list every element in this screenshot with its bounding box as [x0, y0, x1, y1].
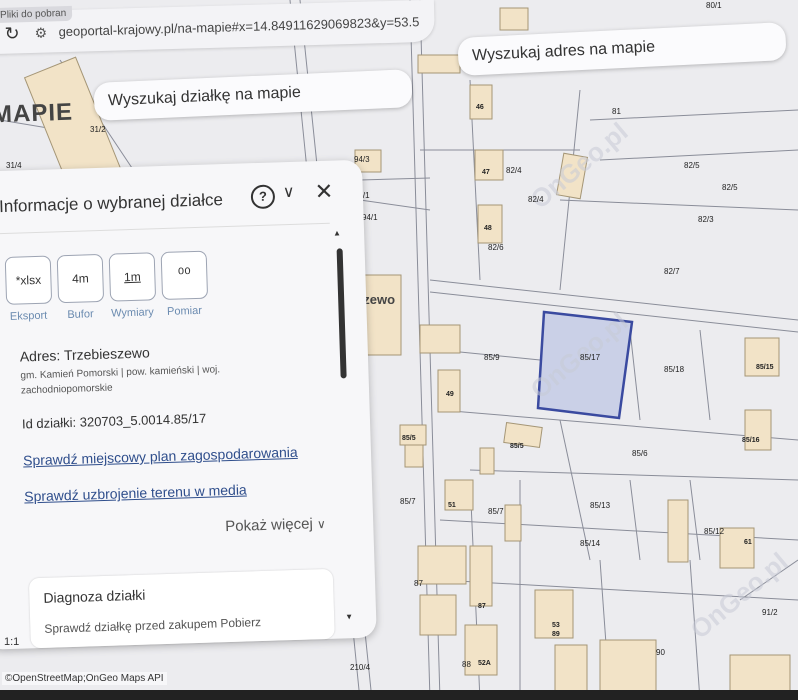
parcel-id-value: 320703_5.0014.85/17: [79, 410, 207, 430]
parcel-label: 82/5: [722, 183, 738, 192]
scroll-down-icon[interactable]: ▼: [345, 612, 353, 621]
parcel-label: 82/3: [698, 215, 714, 224]
parcel-label: 85/9: [484, 353, 500, 362]
parcel-label: 80/1: [706, 1, 722, 10]
scrollbar-thumb[interactable]: [336, 248, 347, 379]
parcel-label: 85/14: [580, 539, 601, 548]
utilities-link[interactable]: Sprawdź uzbrojenie terenu w media: [24, 481, 247, 504]
parcel-label: 85/13: [590, 501, 611, 510]
parcel-label: 210/4: [350, 663, 371, 672]
chevron-down-icon[interactable]: ∨: [282, 182, 295, 202]
show-more-label: Pokaż więcej: [224, 515, 314, 536]
parcel-label: 82/6: [488, 243, 504, 252]
scale-indicator: 1:1: [4, 636, 20, 648]
dimensions-icon: 1m: [123, 269, 141, 285]
browser-tab[interactable]: Pliki do pobran: [0, 5, 73, 23]
address-label: Adres:: [19, 347, 61, 365]
url-text[interactable]: geoportal-krajowy.pl/na-mapie#x=14.84911…: [58, 14, 419, 39]
parcel-label: 82/4: [506, 166, 522, 175]
building-number: 88: [462, 660, 471, 669]
parcel-label: 82/7: [664, 267, 680, 276]
building-number: 49: [446, 391, 454, 398]
panel-title: Informacje o wybranej działce: [0, 190, 224, 217]
diagnosis-title: Diagnoza działki: [43, 586, 146, 606]
building-number: 87: [414, 579, 423, 588]
building-number: 53: [552, 622, 560, 629]
tune-icon[interactable]: ⚙: [34, 25, 47, 42]
screen-bottom-edge: [0, 690, 798, 700]
buffer-button[interactable]: 4m: [56, 253, 105, 304]
export-xlsx-button[interactable]: *xlsx: [4, 255, 53, 305]
address-value: Trzebieszewo: [63, 344, 150, 364]
building-number: 61: [744, 539, 752, 546]
building-number: 52A: [478, 660, 491, 667]
parcel-id-row: Id działki: 320703_5.0014.85/17: [22, 411, 207, 432]
close-icon[interactable]: ✕: [314, 179, 333, 206]
building-number: 48: [484, 225, 492, 232]
parcel-label: 85/18: [664, 365, 685, 374]
parcel-label: 94/1: [362, 213, 378, 222]
parcel-label: 91/2: [762, 608, 778, 617]
building-number: 90: [656, 648, 665, 657]
parcel-label: 94/3: [354, 155, 370, 164]
admin-units: gm. Kamień Pomorski | pow. kamieński | w…: [20, 364, 221, 397]
building-number: 89: [552, 631, 560, 638]
parcel-label: 82/4: [528, 195, 544, 204]
parcel-label: 85/6: [632, 449, 648, 458]
zoning-plan-link[interactable]: Sprawdź miejscowy plan zagospodarowania: [23, 444, 298, 469]
map-attribution: ©OpenStreetMap;OnGeo Maps API: [2, 672, 167, 685]
parcel-label: 31/4: [6, 161, 22, 170]
help-circle-icon[interactable]: ?: [250, 184, 276, 210]
panel-divider: [0, 222, 330, 235]
parcel-label: 85/7: [400, 497, 416, 506]
parcel-label: 82/5: [684, 161, 700, 170]
measure-icon: ⁰⁰: [177, 266, 192, 284]
dimensions-button[interactable]: 1m: [108, 252, 157, 302]
parcel-info-panel: Informacje o wybranej działce ? ∨ ✕ *xls…: [0, 159, 377, 650]
show-more-button[interactable]: Pokaż więcej ∨: [225, 515, 326, 535]
parcel-label: 85/5: [510, 443, 524, 450]
parcel-label: 85/17: [580, 353, 601, 362]
map-title-fragment: MAPIE: [0, 98, 74, 129]
building-number: 87: [478, 603, 486, 610]
buffer-icon: 4m: [71, 271, 89, 286]
diagnosis-text: Sprawdź działkę przed zakupem Pobierz: [44, 615, 262, 636]
parcel-label: 85/5: [402, 435, 416, 442]
building-number: 46: [476, 104, 484, 111]
parcel-label: 85/12: [704, 527, 725, 536]
measure-button[interactable]: ⁰⁰: [160, 250, 209, 301]
tool-label-measure: Pomiar: [166, 304, 203, 318]
reload-icon[interactable]: ↻: [4, 23, 20, 44]
scroll-up-icon[interactable]: ▲: [333, 228, 341, 237]
building-number: 47: [482, 169, 490, 176]
parcel-label: 85/7: [488, 507, 504, 516]
address-row: Adres: Trzebieszewo: [20, 344, 150, 364]
parcel-label: 31/2: [90, 125, 106, 134]
chevron-down-icon: ∨: [316, 517, 326, 532]
parcel-label: 81: [612, 107, 621, 116]
parcel-id-label: Id działki:: [21, 414, 77, 432]
parcel-label: 85/15: [756, 364, 774, 371]
export-icon: *xlsx: [15, 272, 42, 288]
building-number: 51: [448, 502, 456, 509]
diagnosis-card[interactable]: Diagnoza działki Sprawdź działkę przed z…: [28, 568, 335, 649]
parcel-label: 85/16: [742, 437, 760, 444]
